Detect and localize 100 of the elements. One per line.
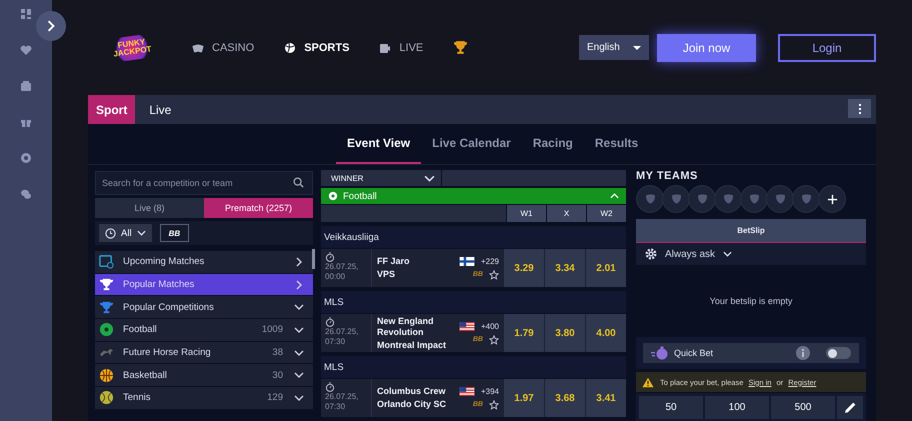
odds-button[interactable]: 4.00 bbox=[586, 314, 626, 352]
trophy-icon[interactable] bbox=[453, 40, 468, 55]
team-slot-button[interactable] bbox=[766, 185, 794, 213]
view-tab[interactable]: Live Calendar bbox=[421, 124, 522, 164]
odds-button[interactable]: 3.80 bbox=[545, 314, 585, 352]
match-time: 07:30 bbox=[325, 402, 346, 412]
time-filter[interactable]: All bbox=[99, 224, 152, 242]
odds-button[interactable]: 1.97 bbox=[504, 379, 544, 417]
heart-icon[interactable] bbox=[20, 44, 32, 56]
stake-button[interactable]: 100 bbox=[705, 396, 769, 419]
sport-menu-item[interactable]: Basketball 30 bbox=[95, 364, 313, 386]
more-menu-button[interactable] bbox=[848, 99, 871, 118]
login-button[interactable]: Login bbox=[778, 34, 876, 62]
join-button[interactable]: Join now bbox=[657, 34, 756, 62]
view-tab[interactable]: Results bbox=[584, 124, 650, 164]
odds-button[interactable]: 3.29 bbox=[504, 249, 544, 287]
more-markets-count[interactable]: +229 bbox=[480, 256, 499, 266]
team-slot-button[interactable] bbox=[636, 185, 664, 213]
sport-menu-label: Tennis bbox=[123, 392, 152, 404]
nav-link[interactable]: LIVE bbox=[379, 42, 424, 54]
sport-menu-item[interactable]: Popular Matches bbox=[95, 274, 313, 296]
chevron-down-icon bbox=[294, 324, 304, 335]
collapse-icon bbox=[610, 193, 619, 199]
favorite-star-icon[interactable] bbox=[489, 400, 499, 410]
team-slot-button[interactable] bbox=[740, 185, 768, 213]
mode-tab[interactable]: Prematch (2257) bbox=[204, 198, 313, 218]
match-date: 26.07.25, bbox=[325, 262, 360, 272]
match-time: 07:30 bbox=[325, 337, 346, 347]
league-header: MLS bbox=[321, 291, 626, 313]
bet-builder-button[interactable]: BB bbox=[160, 224, 190, 242]
mode-tab[interactable]: Live (8) bbox=[95, 198, 204, 218]
odds-button[interactable]: 2.01 bbox=[586, 249, 626, 287]
sport-menu-label: Football bbox=[123, 324, 158, 336]
market-select[interactable]: WINNER bbox=[321, 170, 441, 186]
more-markets-count[interactable]: +400 bbox=[480, 322, 499, 330]
sport-menu-item[interactable]: Tennis 129 bbox=[95, 387, 313, 409]
plus-icon bbox=[826, 194, 838, 204]
chevron-down-icon bbox=[424, 174, 435, 182]
team-name: VPS bbox=[377, 269, 396, 280]
league-header: MLS bbox=[321, 356, 626, 378]
shield-icon bbox=[800, 193, 812, 205]
my-teams-title: MY TEAMS bbox=[636, 170, 699, 182]
match-date: 26.07.25, bbox=[325, 392, 360, 402]
quick-bet-toggle[interactable] bbox=[826, 347, 851, 359]
sport-label: Football bbox=[343, 190, 378, 202]
panel-tab[interactable]: Sport bbox=[88, 95, 136, 124]
view-tab[interactable]: Event View bbox=[336, 124, 422, 164]
team-slot-button[interactable] bbox=[688, 185, 716, 213]
settings-icon bbox=[645, 248, 657, 260]
chevron-right-icon bbox=[294, 280, 304, 290]
sport-menu-item[interactable]: Future Horse Racing 38 bbox=[95, 342, 313, 364]
team-slot-button[interactable] bbox=[662, 185, 690, 213]
odds-button[interactable]: 3.34 bbox=[545, 249, 585, 287]
view-tab[interactable]: Racing bbox=[522, 124, 584, 164]
video-camera-icon bbox=[379, 42, 392, 54]
match-time: 00:00 bbox=[325, 272, 346, 282]
warning-icon bbox=[642, 376, 654, 388]
quick-bet-label: Quick Bet bbox=[674, 348, 714, 358]
sport-header[interactable]: Football bbox=[321, 188, 626, 204]
grid-icon[interactable] bbox=[20, 8, 32, 20]
empty-betslip-message: Your betslip is empty bbox=[708, 295, 794, 308]
flag-icon bbox=[458, 386, 475, 396]
search-field[interactable]: Search for a competition or team bbox=[95, 171, 313, 195]
chip-icon[interactable] bbox=[20, 152, 32, 164]
stake-button[interactable]: 500 bbox=[771, 396, 835, 419]
flag-icon bbox=[458, 256, 475, 266]
box-icon[interactable] bbox=[20, 80, 32, 92]
sport-menu-item[interactable]: Popular Competitions bbox=[95, 296, 313, 318]
odds-setting-select[interactable]: Always ask bbox=[636, 243, 866, 265]
add-team-button[interactable] bbox=[818, 185, 846, 213]
scrollbar[interactable] bbox=[312, 249, 315, 269]
shield-icon bbox=[644, 193, 656, 205]
edit-stake-button[interactable] bbox=[837, 396, 863, 419]
logo[interactable]: FUNKY JACKPOT bbox=[110, 32, 154, 62]
pencil-icon bbox=[844, 401, 856, 414]
odds-button[interactable]: 3.68 bbox=[545, 379, 585, 417]
nav-link[interactable]: CASINO bbox=[192, 42, 254, 54]
ball-icon bbox=[284, 42, 296, 54]
sport-menu-label: Popular Matches bbox=[123, 279, 196, 290]
info-icon[interactable] bbox=[796, 346, 810, 360]
favorite-star-icon[interactable] bbox=[489, 270, 499, 280]
expand-button[interactable] bbox=[36, 11, 66, 41]
panel-tab[interactable]: Live bbox=[135, 95, 186, 124]
chevron-right-icon bbox=[45, 20, 57, 32]
sport-menu-item[interactable]: Upcoming Matches bbox=[95, 251, 313, 273]
event-count: 1009 bbox=[262, 324, 283, 336]
odds-button[interactable]: 1.79 bbox=[504, 314, 544, 352]
shield-icon bbox=[670, 193, 682, 205]
odds-column-header: W1 bbox=[507, 205, 546, 222]
language-select[interactable]: English bbox=[579, 35, 649, 60]
favorite-star-icon[interactable] bbox=[489, 334, 499, 344]
sport-menu-item[interactable]: Football 1009 bbox=[95, 319, 313, 341]
odds-button[interactable]: 3.41 bbox=[586, 379, 626, 417]
team-slot-button[interactable] bbox=[714, 185, 742, 213]
chat-icon[interactable] bbox=[20, 188, 32, 200]
betslip-tab[interactable]: BetSlip bbox=[636, 219, 866, 243]
more-markets-count[interactable]: +394 bbox=[480, 386, 499, 396]
stake-button[interactable]: 50 bbox=[639, 396, 703, 419]
nav-link[interactable]: SPORTS bbox=[284, 42, 350, 54]
event-count: 30 bbox=[272, 370, 283, 381]
